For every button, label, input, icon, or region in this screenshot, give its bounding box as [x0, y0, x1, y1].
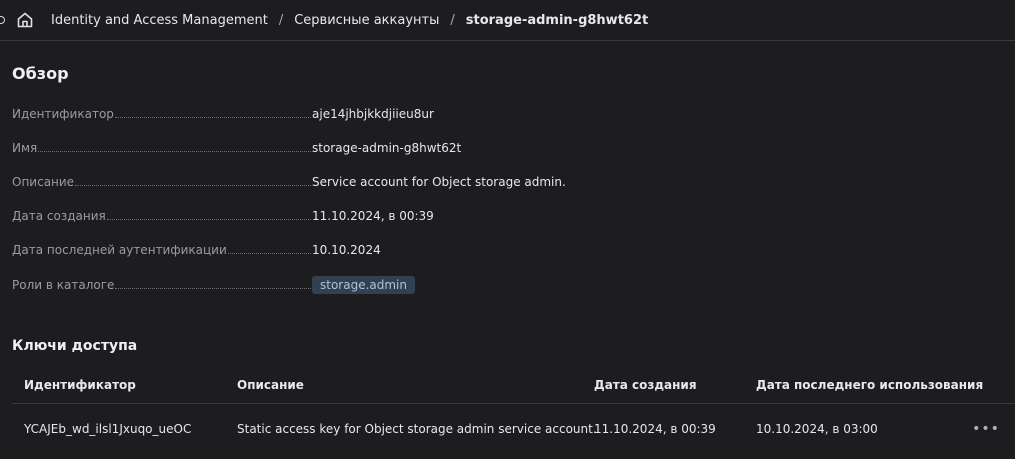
overview-label: Имя: [12, 141, 38, 155]
overview-label-wrap: Дата последней аутентификации: [12, 243, 312, 257]
breadcrumb-item-current: storage-admin-g8hwt62t: [465, 13, 649, 28]
leader-dots: [106, 219, 311, 220]
breadcrumb-item-service-accounts[interactable]: Сервисные аккаунты: [294, 13, 439, 28]
role-chip-storage-admin[interactable]: storage.admin: [312, 276, 415, 294]
breadcrumb-separator: /: [278, 13, 284, 28]
overview-label-wrap: Описание: [12, 175, 312, 189]
column-header-description: Описание: [237, 378, 304, 392]
leader-dots: [115, 288, 311, 289]
breadcrumb-separator: /: [450, 13, 455, 28]
leader-dots: [114, 117, 311, 118]
overview-label-wrap: Идентификатор: [12, 107, 312, 121]
top-header: Identity and Access Management / Сервисн…: [0, 0, 1015, 41]
cell-created: 11.10.2024, в 00:39: [594, 422, 716, 436]
overview-row-last-auth: Дата последней аутентификации 10.10.2024: [12, 240, 652, 260]
ellipsis-icon[interactable]: •••: [972, 421, 999, 437]
overview-value: 11.10.2024, в 00:39: [312, 209, 434, 223]
overview-label: Дата последней аутентификации: [12, 243, 227, 257]
leader-dots: [38, 151, 311, 152]
cell-description: Static access key for Object storage adm…: [237, 422, 597, 436]
table-row[interactable]: YCAJEb_wd_ilsl1Jxuqo_ueOC Static access …: [12, 410, 1015, 448]
overview-label: Идентификатор: [12, 107, 114, 121]
breadcrumb: Identity and Access Management / Сервисн…: [51, 0, 648, 41]
column-header-last-used: Дата последнего использования: [756, 378, 984, 392]
overview-label-wrap: Имя: [12, 141, 312, 155]
overview-row-roles: Роли в каталоге storage.admin: [12, 275, 652, 295]
overview-row-description: Описание Service account for Object stor…: [12, 172, 652, 192]
overview-row-name: Имя storage-admin-g8hwt62t: [12, 138, 652, 158]
overview-row-created: Дата создания 11.10.2024, в 00:39: [12, 206, 652, 226]
leader-dots: [227, 253, 311, 254]
overview-label: Описание: [12, 175, 75, 189]
column-header-id: Идентификатор: [24, 378, 136, 392]
access-keys-table-header: Идентификатор Описание Дата создания Дат…: [12, 367, 1015, 404]
overview-value: storage-admin-g8hwt62t: [312, 141, 462, 155]
overview-label: Дата создания: [12, 209, 106, 223]
overview-label-wrap: Дата создания: [12, 209, 312, 223]
overview-label: Роли в каталоге: [12, 278, 115, 292]
partial-circle-icon[interactable]: [0, 16, 5, 24]
leader-dots: [75, 185, 311, 186]
access-keys-title: Ключи доступа: [12, 338, 138, 354]
breadcrumb-item-iam[interactable]: Identity and Access Management: [51, 13, 268, 28]
column-header-created: Дата создания: [594, 378, 697, 392]
cell-last-used: 10.10.2024, в 03:00: [756, 422, 878, 436]
overview-label-wrap: Роли в каталоге: [12, 278, 312, 292]
overview-value: aje14jhbjkkdjiieu8ur: [312, 107, 434, 121]
overview-value: Service account for Object storage admin…: [312, 175, 566, 189]
cell-key-id: YCAJEb_wd_ilsl1Jxuqo_ueOC: [24, 422, 192, 436]
home-icon[interactable]: [16, 11, 34, 29]
overview-row-id: Идентификатор aje14jhbjkkdjiieu8ur: [12, 104, 652, 124]
overview-value: 10.10.2024: [312, 243, 381, 257]
overview-title: Обзор: [12, 64, 69, 83]
